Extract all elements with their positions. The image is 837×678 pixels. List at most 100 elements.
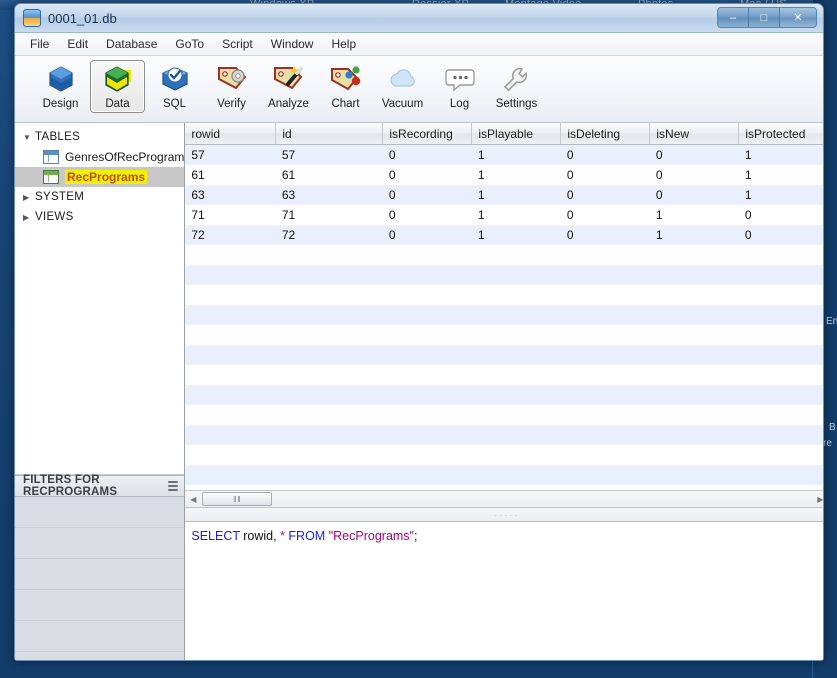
column-header-isdeleting[interactable]: isDeleting <box>561 123 650 145</box>
scroll-left-arrow-icon[interactable]: ◀ <box>187 495 199 504</box>
table-cell[interactable]: 0 <box>383 145 472 166</box>
table-cell[interactable]: 1 <box>472 185 561 205</box>
column-header-isrecording[interactable]: isRecording <box>383 123 472 145</box>
table-cell-empty <box>561 245 650 265</box>
tree-group-system[interactable]: ▶ SYSTEM <box>15 187 184 207</box>
table-cell[interactable]: 1 <box>472 225 561 245</box>
table-cell[interactable]: 0 <box>383 165 472 185</box>
table-cell[interactable]: 0 <box>383 185 472 205</box>
table-cell[interactable]: 0 <box>561 225 650 245</box>
table-cell[interactable]: 0 <box>650 165 739 185</box>
table-cell[interactable]: 0 <box>383 205 472 225</box>
column-header-isplayable[interactable]: isPlayable <box>472 123 561 145</box>
toolbar-button-data[interactable]: Data <box>90 60 145 113</box>
sql-token: FROM <box>285 529 325 543</box>
table-cell[interactable]: 0 <box>739 205 824 225</box>
maximize-button[interactable]: □ <box>749 8 780 27</box>
sql-statement: SELECT rowid, * FROM "RecPrograms"; <box>191 529 417 543</box>
table-row-empty <box>185 345 824 365</box>
table-cell[interactable]: 0 <box>383 225 472 245</box>
table-cell[interactable]: 71 <box>185 205 276 225</box>
menu-goto[interactable]: GoTo <box>166 34 213 54</box>
toolbar-button-analyze[interactable]: Analyze <box>261 60 316 113</box>
toolbar-button-log[interactable]: Log <box>432 60 487 113</box>
table-cell[interactable]: 72 <box>185 225 276 245</box>
table-cell[interactable]: 0 <box>561 185 650 205</box>
sql-footer-toolbar: + – <box>185 660 824 661</box>
toolbar-button-verify[interactable]: Verify <box>204 60 259 113</box>
scrollbar-thumb[interactable]: ‖‖ <box>202 492 272 506</box>
table-cell[interactable]: 63 <box>185 185 276 205</box>
horizontal-scrollbar[interactable]: ◀ ‖‖ ▶ <box>185 490 824 508</box>
table-cell[interactable]: 1 <box>472 145 561 166</box>
filter-row[interactable] <box>15 528 184 559</box>
table-row[interactable]: 717101010 <box>185 205 824 225</box>
tree-item-recprograms[interactable]: RecPrograms <box>15 167 184 187</box>
table-row[interactable]: 616101001 <box>185 165 824 185</box>
table-cell-empty <box>472 465 561 485</box>
main-toolbar: Design Data SQL <box>15 56 823 123</box>
table-cell-empty <box>650 405 739 425</box>
menu-script[interactable]: Script <box>213 34 262 54</box>
table-cell[interactable]: 72 <box>276 225 383 245</box>
menu-file[interactable]: File <box>21 34 58 54</box>
filter-row[interactable] <box>15 559 184 590</box>
speech-bubble-icon <box>443 64 477 96</box>
table-cell[interactable]: 0 <box>650 145 739 166</box>
column-header-id[interactable]: id <box>276 123 383 145</box>
table-cell[interactable]: 0 <box>561 205 650 225</box>
table-row[interactable]: 636301001 <box>185 185 824 205</box>
toolbar-button-design[interactable]: Design <box>33 60 88 113</box>
pane-splitter[interactable]: ····· <box>185 508 824 522</box>
table-cell[interactable]: 61 <box>276 165 383 185</box>
table-cell[interactable]: 1 <box>739 185 824 205</box>
table-cell[interactable]: 1 <box>739 145 824 166</box>
toolbar-button-vacuum[interactable]: Vacuum <box>375 60 430 113</box>
filter-row[interactable] <box>15 621 184 652</box>
minimize-button[interactable]: – <box>718 8 749 27</box>
data-grid-container[interactable]: rowid id isRecording isPlayable isDeleti… <box>185 123 824 490</box>
menu-edit[interactable]: Edit <box>58 34 97 54</box>
table-cell[interactable]: 63 <box>276 185 383 205</box>
toolbar-button-settings[interactable]: Settings <box>489 60 544 113</box>
toolbar-button-sql[interactable]: SQL <box>147 60 202 113</box>
table-cell[interactable]: 0 <box>561 145 650 166</box>
table-row[interactable]: 727201010 <box>185 225 824 245</box>
column-header-isprotected[interactable]: isProtected <box>739 123 824 145</box>
title-bar[interactable]: 0001_01.db – □ ✕ <box>15 4 823 33</box>
table-cell[interactable]: 0 <box>650 185 739 205</box>
menu-database[interactable]: Database <box>97 34 166 54</box>
scroll-right-arrow-icon[interactable]: ▶ <box>814 495 824 504</box>
tree-group-tables[interactable]: ▼ TABLES <box>15 127 184 147</box>
table-cell[interactable]: 1 <box>472 205 561 225</box>
table-cell[interactable]: 57 <box>185 145 276 166</box>
table-cell[interactable]: 71 <box>276 205 383 225</box>
filter-row[interactable] <box>15 497 184 528</box>
close-button[interactable]: ✕ <box>780 8 816 27</box>
filter-row[interactable] <box>15 590 184 621</box>
table-row[interactable]: 575701001 <box>185 145 824 166</box>
table-cell[interactable]: 1 <box>739 165 824 185</box>
toolbar-label: Data <box>105 98 129 110</box>
column-header-isnew[interactable]: isNew <box>650 123 739 145</box>
table-cell[interactable]: 0 <box>561 165 650 185</box>
table-cell[interactable]: 1 <box>472 165 561 185</box>
table-cell-empty <box>650 325 739 345</box>
tree-item-genresofrecprogram[interactable]: GenresOfRecProgram <box>15 147 184 167</box>
tree-group-views[interactable]: ▶ VIEWS <box>15 207 184 227</box>
table-cell[interactable]: 1 <box>650 225 739 245</box>
table-row-empty <box>185 305 824 325</box>
tree-group-label: SYSTEM <box>35 191 84 203</box>
table-cell[interactable]: 57 <box>276 145 383 166</box>
table-cell-empty <box>739 465 824 485</box>
table-cell[interactable]: 1 <box>650 205 739 225</box>
menu-window[interactable]: Window <box>262 34 323 54</box>
table-cell[interactable]: 0 <box>739 225 824 245</box>
sql-editor[interactable]: SELECT rowid, * FROM "RecPrograms"; <box>185 522 824 660</box>
column-header-rowid[interactable]: rowid <box>185 123 276 145</box>
filters-body[interactable] <box>15 497 184 660</box>
menu-help[interactable]: Help <box>322 34 365 54</box>
toolbar-button-chart[interactable]: Chart <box>318 60 373 113</box>
hamburger-menu-icon[interactable] <box>168 481 179 491</box>
table-cell[interactable]: 61 <box>185 165 276 185</box>
